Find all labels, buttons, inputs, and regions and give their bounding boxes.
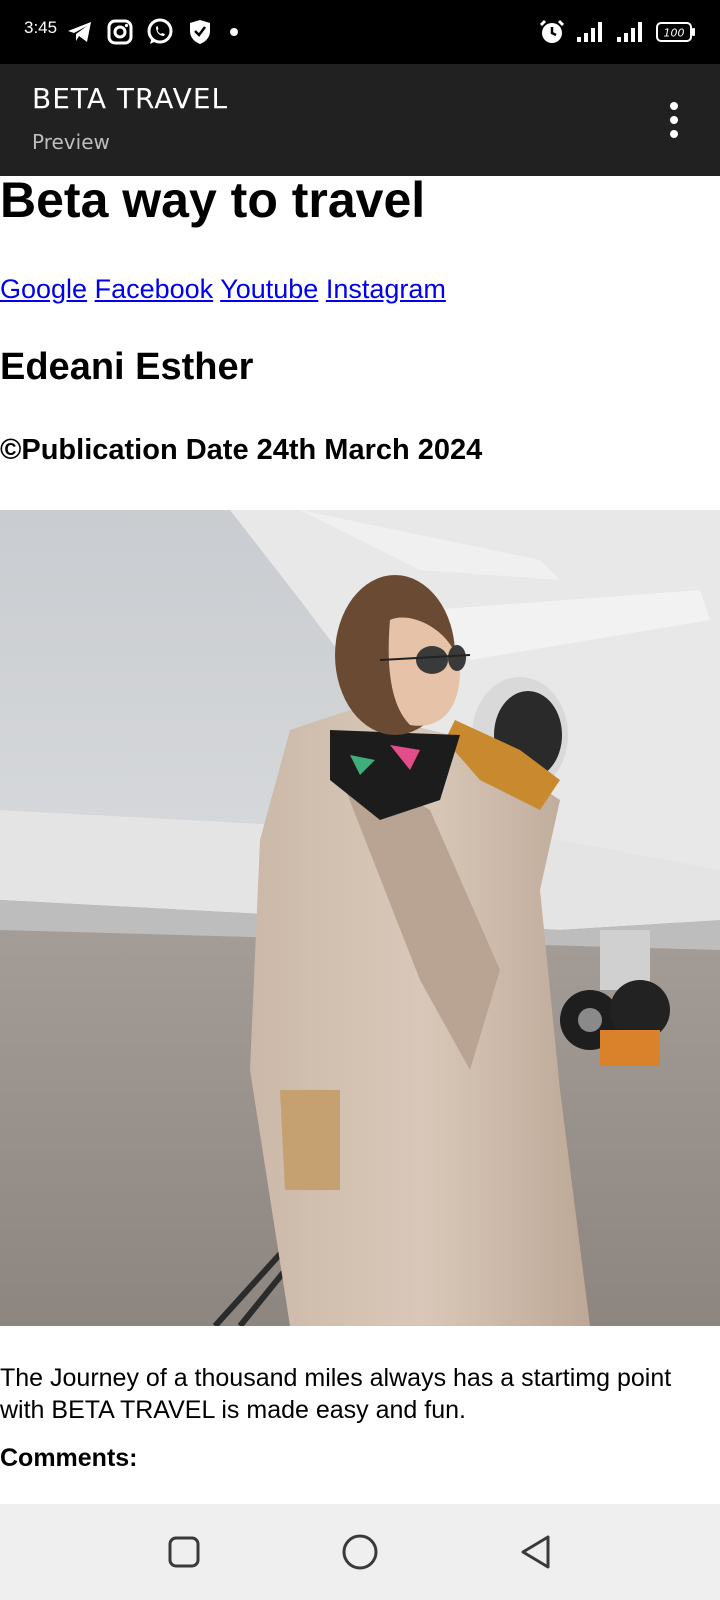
recents-button[interactable] bbox=[164, 1532, 204, 1572]
battery-icon: 100 bbox=[656, 18, 696, 46]
back-button[interactable] bbox=[516, 1532, 556, 1572]
back-icon bbox=[521, 1535, 550, 1569]
menu-dot bbox=[670, 102, 678, 110]
home-icon bbox=[342, 1534, 378, 1570]
link-youtube[interactable]: Youtube bbox=[220, 274, 318, 304]
article-body: The Journey of a thousand miles always h… bbox=[0, 1364, 672, 1424]
app-subtitle: Preview bbox=[32, 130, 110, 154]
link-facebook[interactable]: Facebook bbox=[95, 274, 214, 304]
overflow-menu-icon[interactable] bbox=[664, 100, 684, 140]
instagram-icon bbox=[106, 18, 134, 46]
home-button[interactable] bbox=[340, 1532, 380, 1572]
comments-heading: Comments: bbox=[0, 1444, 138, 1472]
link-instagram[interactable]: Instagram bbox=[326, 274, 446, 304]
status-time: 3:45 bbox=[24, 18, 58, 37]
travel-photo bbox=[0, 510, 720, 1326]
link-google[interactable]: Google bbox=[0, 274, 87, 304]
status-icons-right: 100 bbox=[538, 16, 696, 48]
telegram-icon bbox=[66, 18, 94, 46]
publication-date: ©Publication Date 24th March 2024 bbox=[0, 434, 483, 466]
status-icons-left bbox=[66, 16, 238, 48]
menu-dot bbox=[670, 130, 678, 138]
app-title: BETA TRAVEL bbox=[32, 82, 229, 115]
recents-icon bbox=[168, 1536, 200, 1568]
notification-dot-icon bbox=[230, 28, 238, 36]
author-name: Edeani Esther bbox=[0, 346, 254, 388]
web-content[interactable]: Beta way to travel Google Facebook Youtu… bbox=[0, 176, 720, 1504]
navigation-bar bbox=[0, 1504, 720, 1600]
signal-icon-2 bbox=[616, 18, 646, 46]
social-links: Google Facebook Youtube Instagram bbox=[0, 272, 446, 306]
alarm-icon bbox=[538, 18, 566, 46]
app-bar: BETA TRAVEL Preview bbox=[0, 64, 720, 176]
battery-level: 100 bbox=[664, 27, 685, 40]
status-bar: 3:45 100 bbox=[0, 0, 720, 64]
shield-icon bbox=[186, 18, 214, 46]
whatsapp-icon bbox=[146, 18, 174, 46]
page-heading: Beta way to travel bbox=[0, 176, 426, 228]
menu-dot bbox=[670, 116, 678, 124]
signal-icon bbox=[576, 18, 606, 46]
